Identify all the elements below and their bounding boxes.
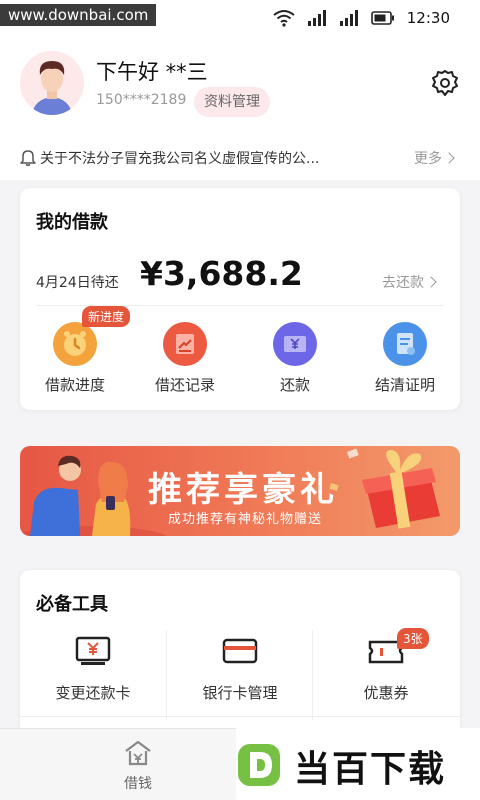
- settlement-proof-button[interactable]: 结清证明: [350, 322, 460, 395]
- loan-progress-label: 借款进度: [44, 376, 105, 394]
- referral-banner[interactable]: 推荐享豪礼 成功推荐有神秘礼物赠送: [20, 446, 460, 536]
- my-loan-card: 我的借款 4月24日待还 ¥3,688.2 去还款 新进度 借款进度 借还记录: [20, 188, 460, 410]
- tools-card-title: 必备工具: [36, 594, 108, 615]
- loan-progress-button[interactable]: 新进度 借款进度: [20, 306, 130, 395]
- notice-text: 关于不法分子冒充我公司名义虚假宣传的公...: [40, 151, 320, 167]
- tab-borrow[interactable]: 借钱: [108, 739, 168, 793]
- wifi-icon: [273, 10, 295, 27]
- coupon-button[interactable]: 3张 优惠券: [313, 622, 459, 703]
- change-repay-card-button[interactable]: 变更还款卡: [20, 622, 166, 703]
- bank-card-manage-label: 银行卡管理: [202, 684, 278, 702]
- new-progress-badge: 新进度: [82, 306, 130, 327]
- phone-number: 150****2189: [96, 92, 187, 108]
- clock-icon: [53, 322, 97, 366]
- battery-icon: [370, 11, 394, 25]
- avatar-illustration: [32, 61, 72, 115]
- change-repay-card-label: 变更还款卡: [55, 684, 131, 702]
- profile-manage-button[interactable]: 资料管理: [194, 87, 270, 117]
- notice-bar[interactable]: 关于不法分子冒充我公司名义虚假宣传的公... 更多: [0, 136, 480, 180]
- greeting-text: 下午好 **三: [96, 60, 208, 84]
- loan-records-button[interactable]: 借还记录: [130, 322, 240, 395]
- signal-icon: [307, 10, 326, 26]
- home-icon: [125, 740, 151, 766]
- signal-icon: [339, 10, 358, 26]
- tab-borrow-label: 借钱: [124, 776, 152, 792]
- status-time: 12:30: [406, 9, 450, 27]
- coupon-label: 优惠券: [363, 684, 409, 702]
- settlement-proof-label: 结清证明: [374, 376, 435, 394]
- yen-icon: [273, 322, 317, 366]
- banner-title: 推荐享豪礼: [148, 470, 338, 510]
- loan-amount: ¥3,688.2: [140, 254, 303, 293]
- due-date-label: 4月24日待还: [36, 275, 119, 291]
- user-header: 下午好 **三 150****2189 资料管理: [0, 36, 480, 136]
- bell-icon: [20, 150, 36, 166]
- gear-icon[interactable]: [430, 68, 460, 98]
- chevron-right-icon: [425, 276, 437, 288]
- site-watermark: www.downbai.com: [0, 4, 157, 26]
- banner-subtitle: 成功推荐有神秘礼物赠送: [168, 512, 323, 527]
- bank-card-icon: [167, 636, 313, 676]
- notice-more-label: 更多: [414, 151, 442, 167]
- logo-d-icon: [238, 744, 280, 786]
- record-icon: [163, 322, 207, 366]
- certificate-icon: [383, 322, 427, 366]
- status-bar: www.downbai.com 12:30: [0, 0, 480, 36]
- divider: [20, 716, 460, 717]
- notice-more-link[interactable]: 更多: [414, 148, 455, 168]
- repay-label: 还款: [279, 376, 310, 394]
- bank-card-manage-button[interactable]: 银行卡管理: [167, 622, 313, 703]
- go-repay-link[interactable]: 去还款: [382, 272, 437, 292]
- coupon-icon: 3张: [313, 628, 459, 676]
- coupon-count-badge: 3张: [397, 628, 429, 649]
- loan-card-title: 我的借款: [36, 212, 108, 233]
- repay-button[interactable]: 还款: [240, 322, 350, 395]
- go-repay-label: 去还款: [382, 275, 424, 291]
- card-yen-icon: [20, 636, 166, 676]
- avatar[interactable]: [20, 51, 84, 115]
- logo-watermark-text: 当百下载: [294, 749, 447, 790]
- loan-records-label: 借还记录: [154, 376, 215, 394]
- chevron-right-icon: [443, 152, 455, 164]
